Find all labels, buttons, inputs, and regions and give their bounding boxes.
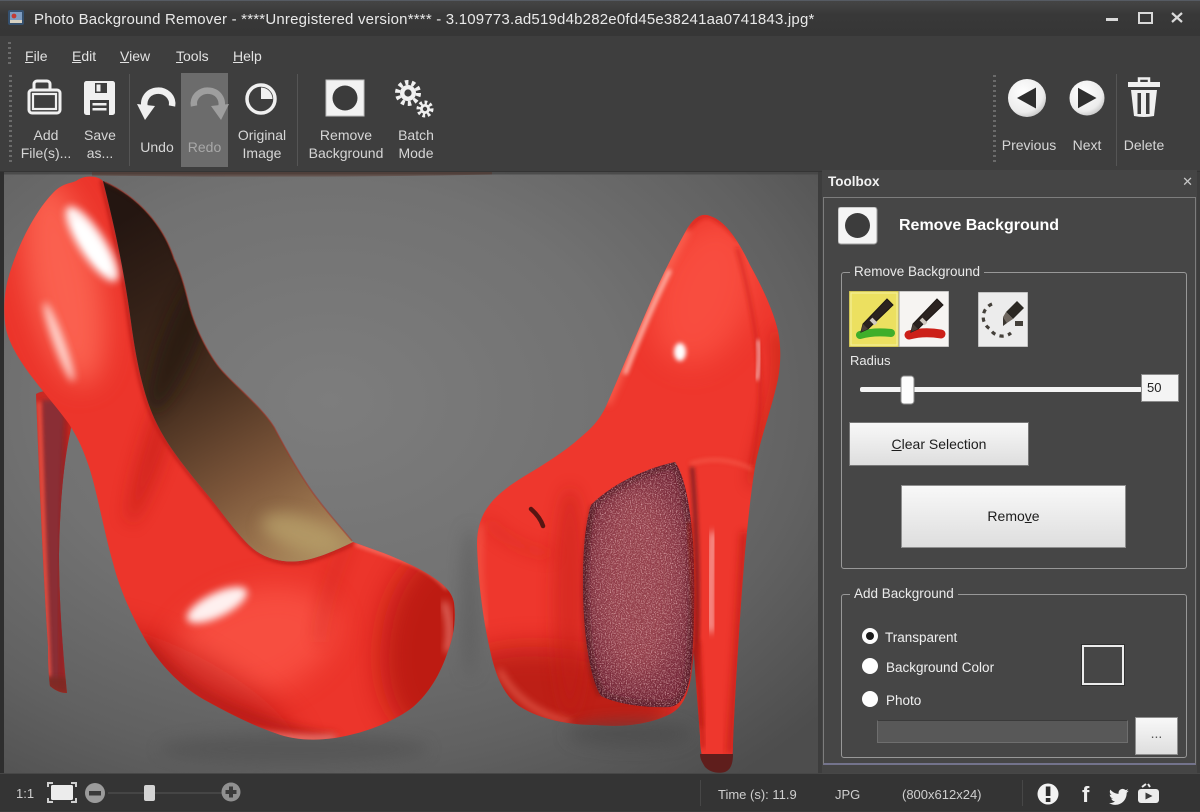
svg-text:f: f	[1082, 782, 1090, 807]
